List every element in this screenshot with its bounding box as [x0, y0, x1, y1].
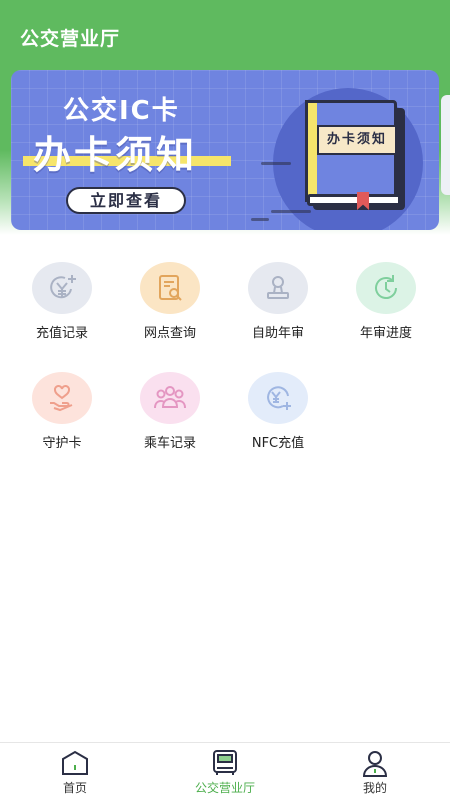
- banner-decoration-line: [261, 162, 291, 165]
- tab-label: 我的: [362, 781, 387, 795]
- banner-decoration-line: [251, 218, 269, 221]
- tab-bus-hall[interactable]: 公交营业厅: [150, 743, 300, 800]
- service-outlet-search[interactable]: 网点查询: [116, 252, 226, 342]
- service-label: 守护卡: [42, 436, 82, 451]
- service-label: 乘车记录: [143, 436, 196, 451]
- clock-refresh-icon: [356, 262, 416, 314]
- view-now-button[interactable]: 立即查看: [66, 187, 186, 214]
- yen-plus-icon: [32, 262, 92, 314]
- service-label: 网点查询: [143, 326, 196, 341]
- service-label: 自助年审: [251, 326, 304, 341]
- hand-heart-icon: [32, 372, 92, 424]
- tab-label: 首页: [62, 781, 87, 795]
- service-nfc-recharge[interactable]: NFC充值: [224, 362, 334, 452]
- service-label: 充值记录: [35, 326, 88, 341]
- banner-subtitle: 公交IC卡: [63, 96, 180, 126]
- tab-label: 公交营业厅: [194, 781, 255, 795]
- service-guardian-card[interactable]: 守护卡: [8, 362, 118, 452]
- tab-mine[interactable]: 我的: [300, 743, 450, 800]
- user-icon: [359, 748, 391, 778]
- book-label: 办卡须知: [317, 125, 397, 155]
- service-label: 年审进度: [359, 326, 412, 341]
- service-self-annual-review[interactable]: 自助年审: [224, 252, 334, 342]
- banner-decoration-line: [271, 210, 311, 213]
- page-title: 公交营业厅: [20, 28, 121, 50]
- coin-yen-icon: [248, 372, 308, 424]
- banner-title: 办卡须知: [33, 133, 198, 177]
- service-ride-records[interactable]: 乘车记录: [116, 362, 226, 452]
- group-people-icon: [140, 372, 200, 424]
- home-icon: [59, 748, 91, 778]
- bottom-tab-bar: 首页 公交营业厅 我的: [0, 742, 450, 800]
- book-pages: [307, 194, 401, 206]
- book-spine: [305, 100, 317, 202]
- banner-card-notice[interactable]: 公交IC卡 办卡须知 立即查看 办卡须知: [11, 70, 439, 230]
- stamp-icon: [248, 262, 308, 314]
- banner-next-peek: [441, 95, 450, 195]
- bus-icon: [209, 748, 241, 778]
- service-review-progress[interactable]: 年审进度: [332, 252, 442, 342]
- service-label: NFC充值: [251, 436, 305, 451]
- tab-home[interactable]: 首页: [0, 743, 150, 800]
- document-search-icon: [140, 262, 200, 314]
- service-recharge-records[interactable]: 充值记录: [8, 252, 118, 342]
